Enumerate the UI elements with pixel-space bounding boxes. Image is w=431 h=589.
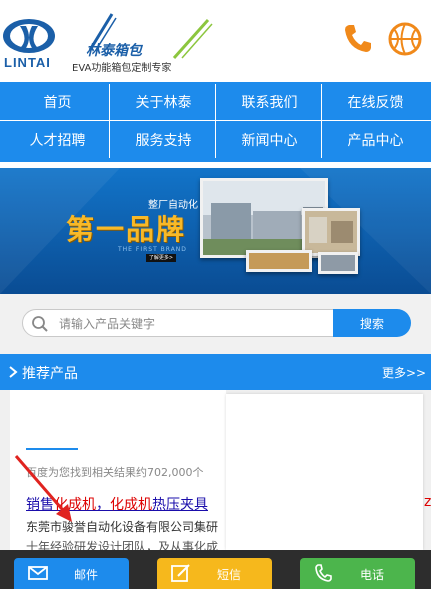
nav-item-home[interactable]: 首页 [4, 84, 111, 120]
search-box [22, 309, 336, 337]
phone-icon[interactable] [342, 22, 374, 54]
edge-text: z [424, 494, 431, 510]
nav-divider [109, 84, 110, 158]
phone-call-icon [315, 564, 332, 582]
more-link[interactable]: 更多>> [382, 364, 426, 381]
email-button[interactable]: 邮件 [14, 558, 129, 589]
link-text: ， [96, 497, 110, 513]
nav-item-about[interactable]: 关于林泰 [110, 84, 217, 120]
link-text: 热压夹具 [152, 497, 208, 513]
lintai-logo[interactable]: LINTAI [2, 18, 56, 70]
logo-text: LINTAI [4, 55, 51, 70]
interior-photo [246, 250, 312, 272]
banner-title: 第一品牌 [66, 213, 187, 246]
nav-item-support[interactable]: 服务支持 [110, 122, 217, 158]
bottom-action-bar: 邮件 短信 电话 [0, 550, 431, 589]
brand-name: 林泰箱包 [86, 43, 142, 59]
sms-label: 短信 [217, 568, 242, 582]
hero-banner[interactable]: 整厂自动化 第一品牌 THE FIRST BRAND 了解更多> [0, 168, 431, 294]
main-nav: 首页 关于林泰 联系我们 在线反馈 人才招聘 服务支持 新闻中心 产品中心 [0, 82, 431, 162]
search-icon [32, 316, 48, 332]
nav-divider [321, 84, 322, 158]
search-area: 搜索 [0, 294, 431, 354]
recommended-products-header: 推荐产品 更多>> [0, 354, 431, 390]
nav-item-products[interactable]: 产品中心 [322, 122, 429, 158]
nav-divider [215, 84, 216, 158]
nav-item-feedback[interactable]: 在线反馈 [322, 84, 429, 120]
nav-item-jobs[interactable]: 人才招聘 [4, 122, 111, 158]
tab-underline [26, 448, 78, 450]
site-header: LINTAI 林泰箱包 EVA功能箱包定制专家 [0, 0, 431, 76]
red-arrow-annotation [14, 455, 72, 522]
edit-icon [171, 564, 190, 582]
brand-tagline: EVA功能箱包定制专家 [72, 63, 172, 74]
link-keyword: 化成机 [110, 497, 152, 513]
nav-item-news[interactable]: 新闻中心 [216, 122, 323, 158]
search-input[interactable] [59, 314, 329, 334]
section-title: 推荐产品 [22, 366, 78, 382]
chevron-right-icon [9, 366, 18, 378]
machine-photo [318, 252, 358, 274]
product-card[interactable] [226, 394, 423, 550]
nav-item-contact[interactable]: 联系我们 [216, 84, 323, 120]
banner-more-button[interactable]: 了解更多> [146, 254, 176, 262]
envelope-icon [28, 566, 48, 580]
banner-english-title: THE FIRST BRAND [118, 246, 187, 253]
sms-button[interactable]: 短信 [157, 558, 272, 589]
search-button[interactable]: 搜索 [333, 309, 411, 337]
email-label: 邮件 [74, 568, 99, 582]
brand-block: 林泰箱包 EVA功能箱包定制专家 [72, 12, 222, 74]
call-button[interactable]: 电话 [300, 558, 415, 589]
lintai-logo-mark [3, 19, 55, 53]
workshop-photo [302, 208, 360, 256]
call-label: 电话 [360, 568, 385, 582]
result-snippet: 十年经验研发设计团队，及从事化成 [26, 540, 219, 550]
basketball-icon[interactable] [388, 22, 422, 56]
